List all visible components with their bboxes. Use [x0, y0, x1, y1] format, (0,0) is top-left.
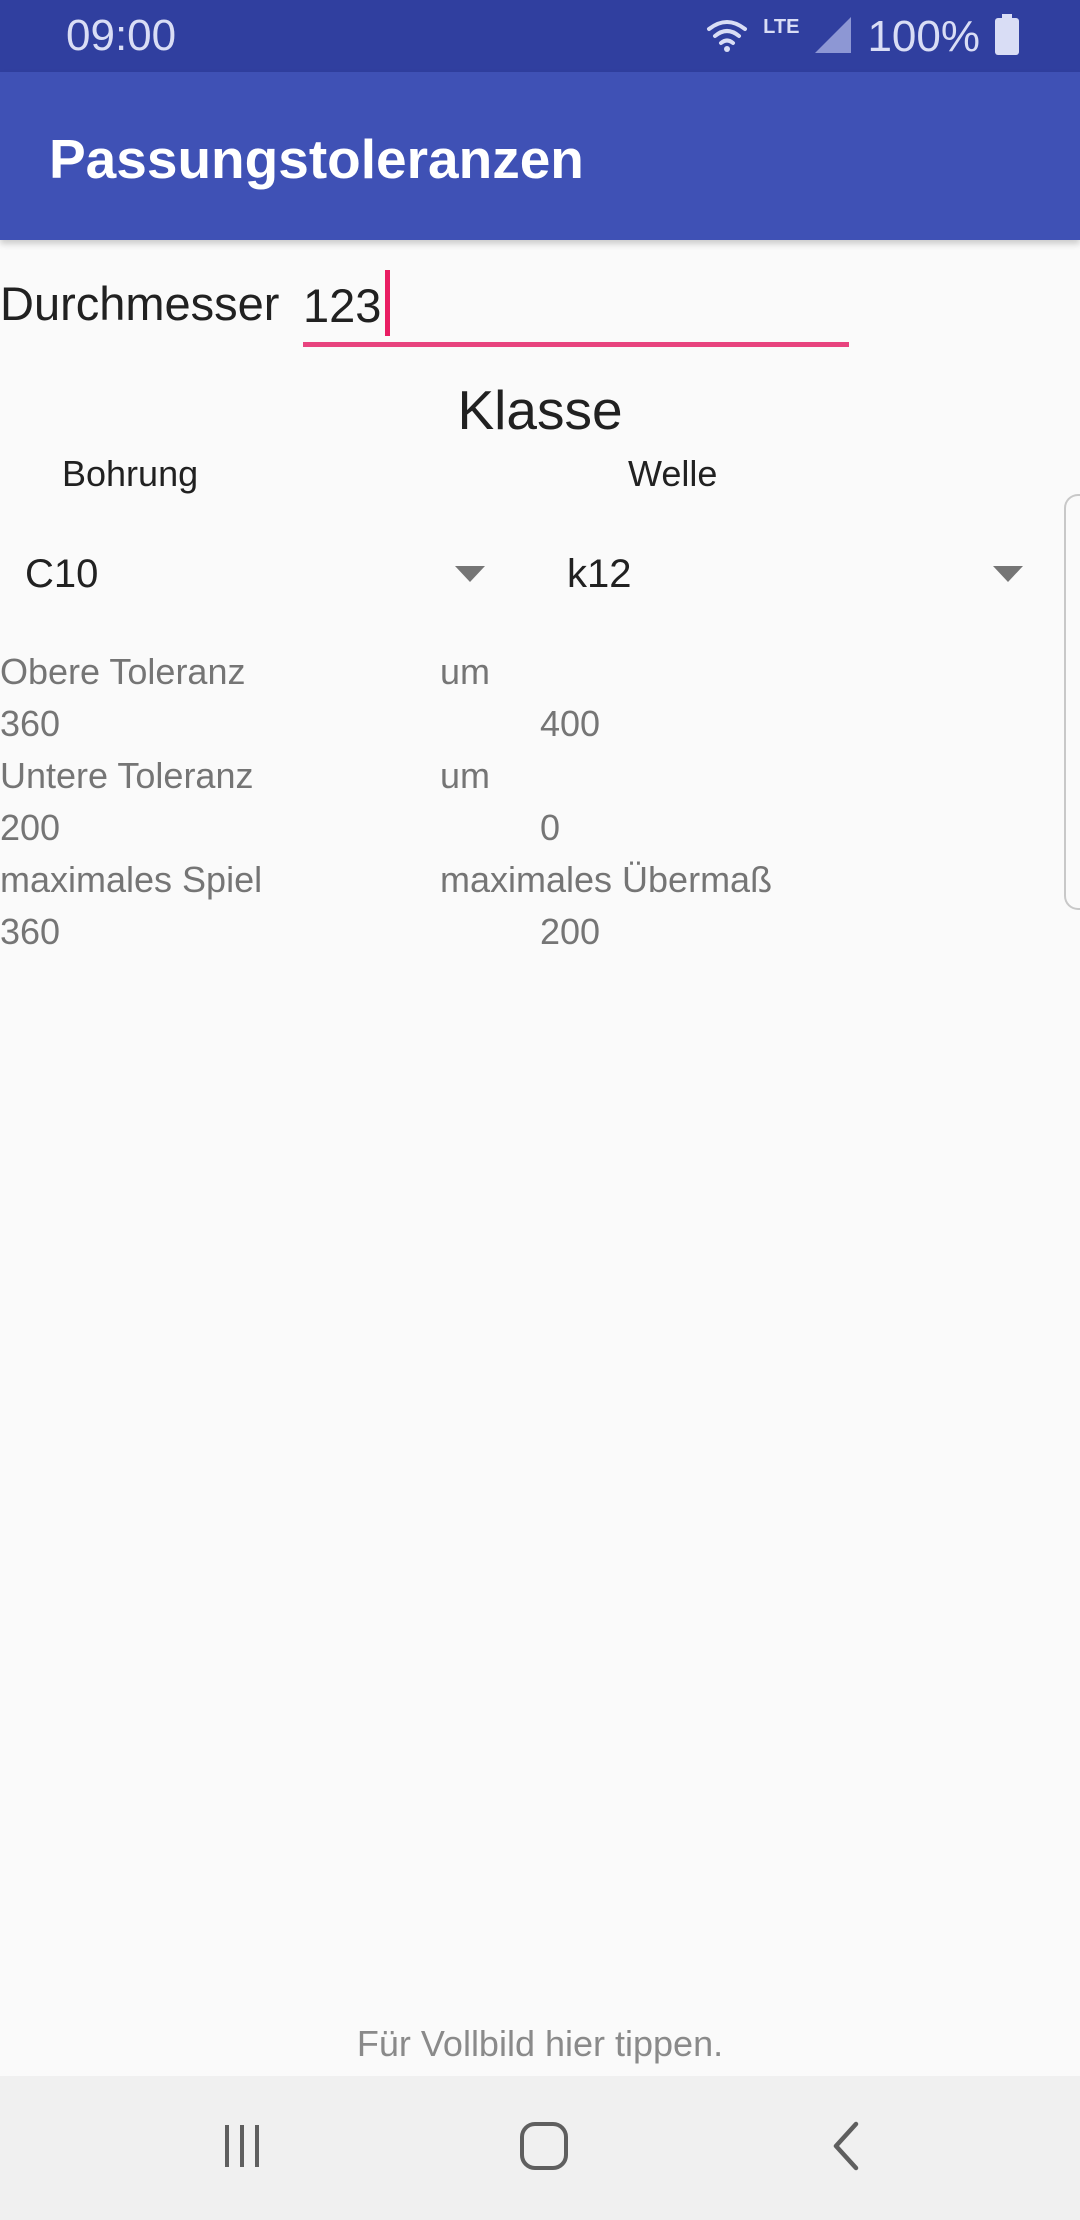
screen: 09:00 LTE 100% Passungstoleranzen Durchm…	[0, 0, 1080, 2220]
back-button[interactable]	[796, 2098, 896, 2198]
welle-label: Welle	[628, 453, 718, 494]
battery-icon	[994, 13, 1020, 61]
untere-toleranz-bohrung: 200	[0, 807, 61, 848]
app-title: Passungstoleranzen	[49, 128, 584, 190]
text-cursor	[385, 270, 390, 336]
wifi-icon	[705, 17, 749, 58]
diameter-underline	[303, 342, 849, 347]
fullscreen-hint[interactable]: Für Vollbild hier tippen.	[0, 2020, 1080, 2068]
battery-percentage: 100%	[867, 12, 980, 61]
maximales-uebermass-label: maximales Übermaß	[440, 859, 773, 900]
chevron-down-icon	[993, 566, 1023, 582]
welle-spinner[interactable]: k12	[540, 536, 1050, 612]
maximales-spiel-label: maximales Spiel	[0, 859, 263, 900]
maximales-uebermass-value: 200	[540, 911, 601, 952]
signal-icon	[813, 15, 853, 60]
recents-button[interactable]	[192, 2098, 292, 2198]
obere-toleranz-label: Obere Toleranz	[0, 651, 246, 692]
untere-toleranz-welle: 0	[540, 807, 561, 848]
home-icon	[518, 2120, 570, 2177]
obere-toleranz-bohrung: 360	[0, 703, 61, 744]
welle-selected-value: k12	[567, 552, 632, 596]
bohrung-label: Bohrung	[62, 453, 199, 494]
diameter-label: Durchmesser	[0, 277, 280, 330]
status-bar: 09:00 LTE 100%	[0, 0, 1080, 72]
chevron-down-icon	[455, 566, 485, 582]
recents-icon	[217, 2121, 267, 2176]
klasse-title: Klasse	[457, 379, 623, 441]
edge-panel-handle[interactable]	[1064, 494, 1080, 910]
lte-label: LTE	[763, 16, 800, 38]
untere-toleranz-unit: um	[440, 755, 491, 796]
obere-toleranz-welle: 400	[540, 703, 601, 744]
status-icons: LTE 100%	[705, 12, 1020, 62]
untere-toleranz-label: Untere Toleranz	[0, 755, 254, 796]
bohrung-spinner[interactable]: C10	[0, 536, 520, 612]
bohrung-selected-value: C10	[25, 552, 99, 596]
navigation-bar	[0, 2076, 1080, 2220]
diameter-field[interactable]	[303, 266, 849, 348]
home-button[interactable]	[494, 2098, 594, 2198]
back-icon	[826, 2118, 866, 2179]
app-bar: Passungstoleranzen	[0, 72, 1080, 240]
status-time: 09:00	[66, 11, 177, 60]
maximales-spiel-value: 360	[0, 911, 61, 952]
obere-toleranz-unit: um	[440, 651, 491, 692]
